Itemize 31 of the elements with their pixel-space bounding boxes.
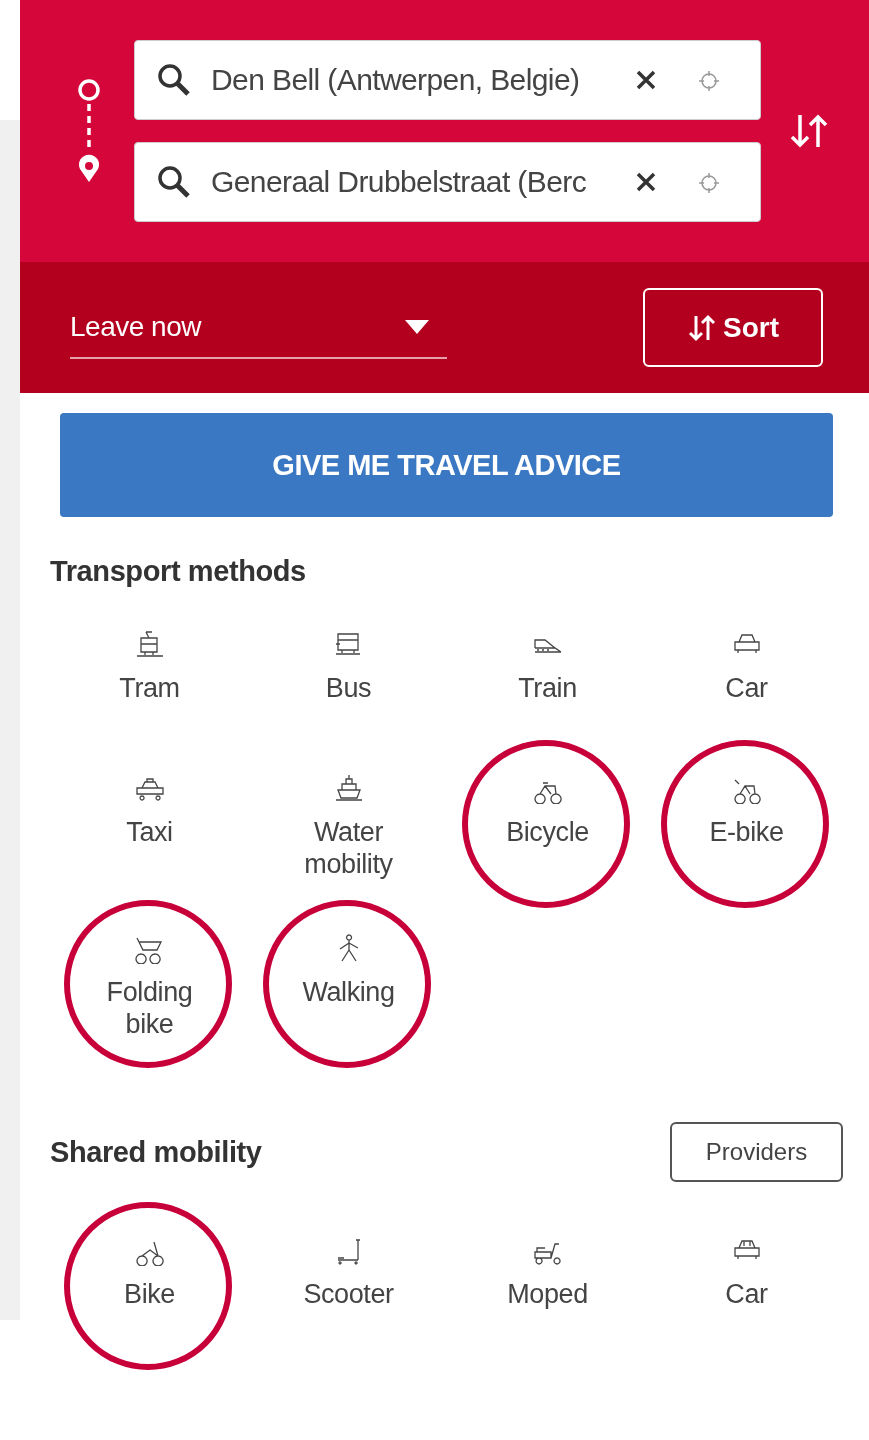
transport-option[interactable]: Train <box>477 628 618 704</box>
sort-icon <box>687 312 717 343</box>
search-icon <box>156 62 192 98</box>
providers-button[interactable]: Providers <box>670 1122 843 1182</box>
transport-option[interactable]: Bike <box>79 1234 220 1310</box>
transport-option[interactable]: E-bike <box>676 772 817 848</box>
transport-option[interactable]: Bicycle <box>477 772 618 848</box>
locate-icon[interactable] <box>698 172 720 194</box>
destination-field[interactable]: Generaal Drubbelstraat (Berc <box>134 142 761 222</box>
transport-option[interactable]: Folding bike <box>79 932 220 1040</box>
route-icon <box>78 78 100 184</box>
origin-field[interactable]: Den Bell (Antwerpen, Belgie) <box>134 40 761 120</box>
transport-option[interactable]: Car <box>676 628 817 704</box>
departure-dropdown[interactable]: Leave now <box>70 296 447 359</box>
clear-icon[interactable] <box>634 68 658 92</box>
caret-icon <box>405 319 429 334</box>
transport-option[interactable]: Taxi <box>79 772 220 848</box>
transport-option[interactable]: Bus <box>278 628 419 704</box>
section-heading: Shared mobility <box>50 1135 262 1169</box>
locate-icon[interactable] <box>698 70 720 92</box>
travel-advice-button[interactable]: GIVE ME TRAVEL ADVICE <box>60 413 833 517</box>
transport-option[interactable]: Car <box>676 1234 817 1310</box>
transport-option[interactable]: Scooter <box>278 1234 419 1310</box>
clear-icon[interactable] <box>634 170 658 194</box>
transport-option[interactable]: Walking <box>278 932 419 1008</box>
search-icon <box>156 164 192 200</box>
sort-button[interactable]: Sort <box>643 288 823 367</box>
transport-option[interactable]: Tram <box>79 628 220 704</box>
transport-option[interactable]: Water mobility <box>278 772 419 880</box>
section-heading: Transport methods <box>50 555 307 588</box>
transport-option[interactable]: Moped <box>477 1234 618 1310</box>
